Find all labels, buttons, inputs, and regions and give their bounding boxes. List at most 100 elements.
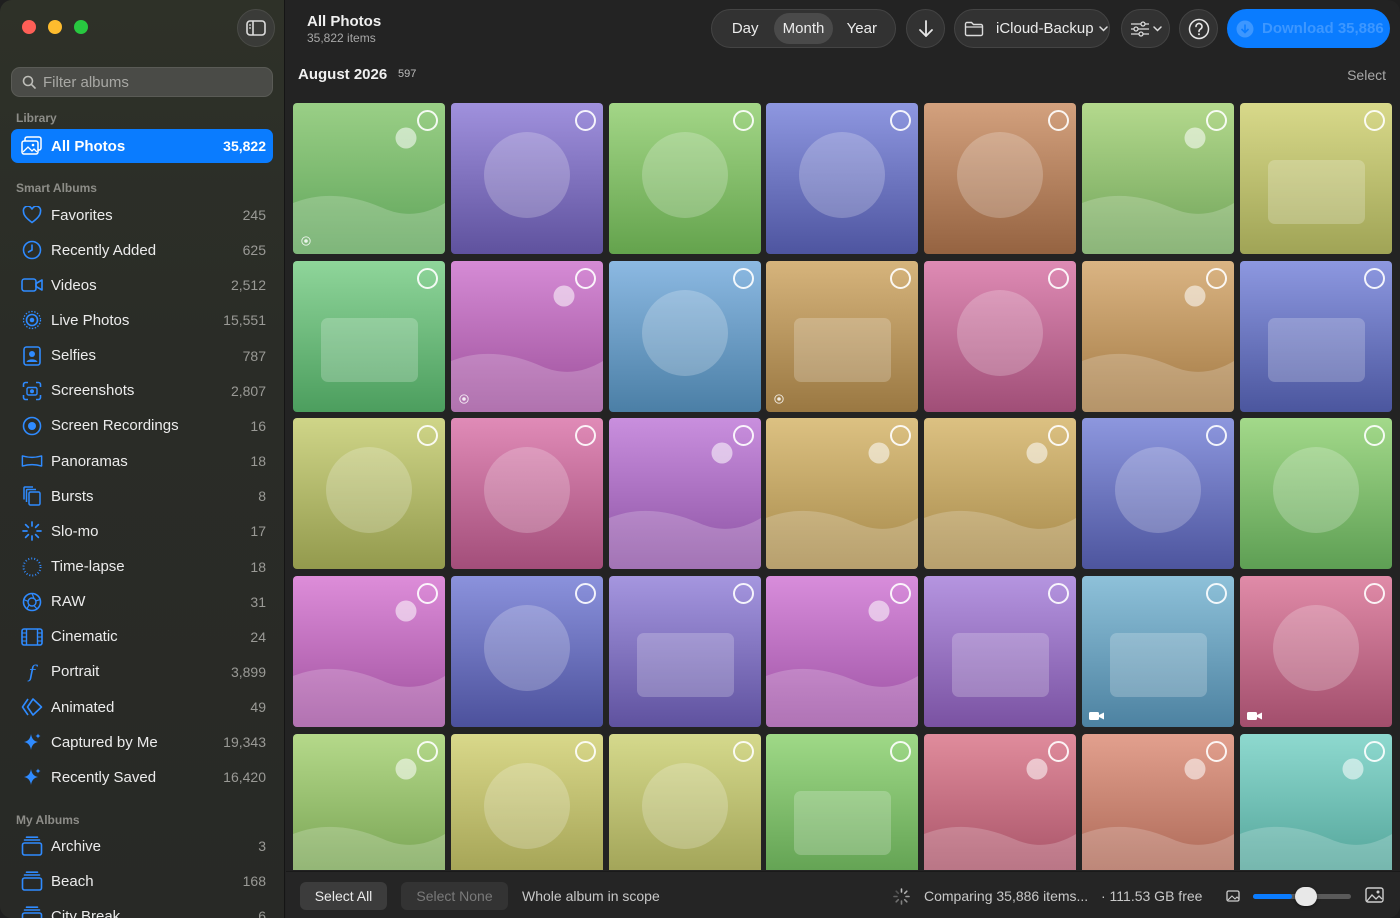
photo-thumbnail[interactable]	[451, 734, 603, 870]
select-circle[interactable]	[417, 425, 438, 446]
photo-thumbnail[interactable]	[1082, 261, 1234, 412]
sidebar-item-slo-mo[interactable]: Slo-mo 17	[11, 514, 273, 548]
photo-thumbnail[interactable]	[766, 734, 918, 870]
help-button[interactable]	[1179, 9, 1218, 48]
filter-options-menu[interactable]	[1121, 9, 1170, 48]
photo-thumbnail[interactable]	[451, 103, 603, 254]
segment-month[interactable]: Month	[774, 13, 833, 44]
close-window-button[interactable]	[22, 20, 36, 34]
select-circle[interactable]	[733, 110, 754, 131]
segment-day[interactable]: Day	[716, 13, 774, 44]
photo-thumbnail[interactable]	[766, 103, 918, 254]
photo-thumbnail[interactable]	[924, 103, 1076, 254]
photo-thumbnail[interactable]	[293, 418, 445, 569]
select-circle[interactable]	[890, 741, 911, 762]
select-circle[interactable]	[417, 110, 438, 131]
sidebar-item-all-photos[interactable]: All Photos 35,822	[11, 129, 273, 163]
select-all-button[interactable]: Select All	[300, 882, 387, 910]
photo-thumbnail[interactable]	[451, 576, 603, 727]
select-circle[interactable]	[417, 741, 438, 762]
select-circle[interactable]	[417, 583, 438, 604]
photo-thumbnail[interactable]	[609, 418, 761, 569]
select-circle[interactable]	[575, 110, 596, 131]
select-circle[interactable]	[1206, 583, 1227, 604]
photo-thumbnail[interactable]	[1240, 103, 1392, 254]
sort-button[interactable]	[906, 9, 945, 48]
select-circle[interactable]	[575, 583, 596, 604]
select-circle[interactable]	[733, 268, 754, 289]
select-circle[interactable]	[575, 741, 596, 762]
select-circle[interactable]	[733, 583, 754, 604]
sidebar-item-selfies[interactable]: Selfies 787	[11, 339, 273, 373]
photo-thumbnail[interactable]	[1082, 103, 1234, 254]
photo-thumbnail[interactable]	[766, 576, 918, 727]
select-circle[interactable]	[575, 425, 596, 446]
select-button[interactable]: Select	[1347, 67, 1386, 83]
select-circle[interactable]	[890, 425, 911, 446]
photo-thumbnail[interactable]	[1082, 576, 1234, 727]
photo-thumbnail[interactable]	[293, 734, 445, 870]
select-circle[interactable]	[1048, 425, 1069, 446]
sidebar-item-live-photos[interactable]: Live Photos 15,551	[11, 303, 273, 337]
select-circle[interactable]	[733, 425, 754, 446]
sidebar-item-bursts[interactable]: Bursts 8	[11, 479, 273, 513]
select-circle[interactable]	[1048, 741, 1069, 762]
filter-albums-input[interactable]	[43, 73, 263, 91]
select-circle[interactable]	[1364, 425, 1385, 446]
select-circle[interactable]	[1206, 741, 1227, 762]
select-circle[interactable]	[1206, 110, 1227, 131]
destination-folder-menu[interactable]: iCloud-Backup	[954, 9, 1110, 48]
photo-thumbnail[interactable]	[766, 261, 918, 412]
sidebar-item-screen-recordings[interactable]: Screen Recordings 16	[11, 409, 273, 443]
sidebar-item-recently-added[interactable]: Recently Added 625	[11, 233, 273, 267]
sidebar-item-archive[interactable]: Archive 3	[11, 829, 273, 863]
select-circle[interactable]	[1206, 425, 1227, 446]
photo-thumbnail[interactable]	[1240, 261, 1392, 412]
select-circle[interactable]	[890, 110, 911, 131]
sidebar-item-beach[interactable]: Beach 168	[11, 864, 273, 898]
segment-year[interactable]: Year	[833, 13, 891, 44]
select-circle[interactable]	[1364, 110, 1385, 131]
sidebar-item-time-lapse[interactable]: Time-lapse 18	[11, 550, 273, 584]
photo-thumbnail[interactable]	[609, 734, 761, 870]
photo-thumbnail[interactable]	[609, 576, 761, 727]
select-circle[interactable]	[1364, 583, 1385, 604]
photo-thumbnail[interactable]	[766, 418, 918, 569]
photo-thumbnail[interactable]	[1240, 576, 1392, 727]
photo-thumbnail[interactable]	[293, 261, 445, 412]
photo-thumbnail[interactable]	[1082, 418, 1234, 569]
zoom-slider-thumb[interactable]	[1295, 887, 1317, 906]
sidebar-item-animated[interactable]: Animated 49	[11, 690, 273, 724]
photo-thumbnail[interactable]	[451, 261, 603, 412]
select-circle[interactable]	[1206, 268, 1227, 289]
select-circle[interactable]	[733, 741, 754, 762]
sidebar-item-cinematic[interactable]: Cinematic 24	[11, 620, 273, 654]
download-button[interactable]: Download 35,886	[1227, 9, 1390, 48]
sidebar-item-videos[interactable]: Videos 2,512	[11, 268, 273, 302]
photo-thumbnail[interactable]	[924, 418, 1076, 569]
photo-thumbnail[interactable]	[609, 261, 761, 412]
large-photo-icon[interactable]	[1365, 887, 1384, 903]
select-circle[interactable]	[1364, 268, 1385, 289]
photo-thumbnail[interactable]	[1240, 418, 1392, 569]
sidebar-item-city-break[interactable]: City Break 6	[11, 899, 273, 918]
select-circle[interactable]	[890, 268, 911, 289]
select-none-button[interactable]: Select None	[401, 882, 508, 910]
photo-thumbnail[interactable]	[924, 261, 1076, 412]
sidebar-item-panoramas[interactable]: Panoramas 18	[11, 444, 273, 478]
photo-thumbnail[interactable]	[293, 576, 445, 727]
photo-thumbnail[interactable]	[1082, 734, 1234, 870]
sidebar-item-favorites[interactable]: Favorites 245	[11, 198, 273, 232]
select-circle[interactable]	[1048, 583, 1069, 604]
zoom-window-button[interactable]	[74, 20, 88, 34]
photo-thumbnail[interactable]	[1240, 734, 1392, 870]
select-circle[interactable]	[1048, 268, 1069, 289]
small-photo-icon[interactable]	[1226, 890, 1240, 902]
select-circle[interactable]	[890, 583, 911, 604]
select-circle[interactable]	[1364, 741, 1385, 762]
sidebar-item-captured-by-me[interactable]: Captured by Me 19,343	[11, 725, 273, 759]
photo-thumbnail[interactable]	[609, 103, 761, 254]
photo-thumbnail[interactable]	[293, 103, 445, 254]
photo-thumbnail[interactable]	[924, 734, 1076, 870]
sidebar-item-screenshots[interactable]: Screenshots 2,807	[11, 374, 273, 408]
